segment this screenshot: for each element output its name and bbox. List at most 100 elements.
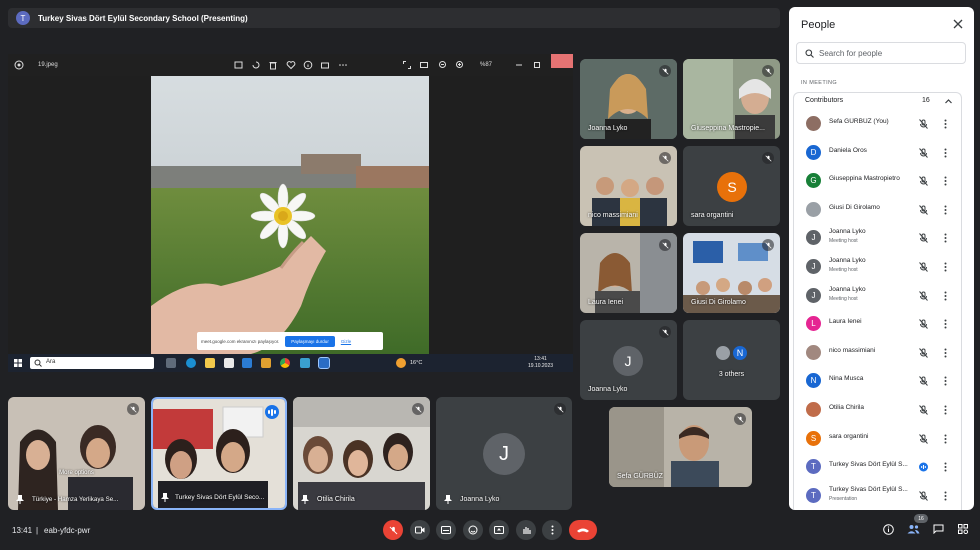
restore-icon[interactable] (532, 60, 542, 70)
delete-icon[interactable] (268, 60, 278, 70)
mic-toggle-button[interactable] (383, 520, 403, 540)
pin-icon[interactable] (301, 495, 309, 504)
search-input[interactable]: Search for people (796, 42, 966, 64)
people-button[interactable] (906, 522, 920, 536)
zoom-in-icon[interactable] (455, 60, 465, 70)
participant-row[interactable]: J Joanna Lyko Meeting host (794, 282, 963, 310)
mic-off-icon[interactable] (919, 233, 928, 244)
more-vert-icon[interactable] (944, 462, 947, 472)
leave-call-button[interactable] (569, 520, 597, 540)
more-vert-icon[interactable] (944, 148, 947, 158)
hide-link[interactable]: Gizle (341, 339, 351, 344)
active-app-icon[interactable] (318, 357, 330, 369)
windows-start-icon[interactable] (14, 359, 22, 367)
pin-icon[interactable] (444, 495, 452, 504)
fit-icon[interactable] (419, 60, 429, 70)
participant-row[interactable]: Ssara organtini (794, 425, 963, 453)
self-view-tile[interactable]: Sefa GÜRBÜZ (609, 407, 752, 487)
participant-tile[interactable]: nico massimiani (580, 146, 677, 226)
more-vert-icon[interactable] (944, 291, 947, 301)
zoom-out-icon[interactable] (438, 60, 448, 70)
more-vert-icon[interactable] (944, 119, 947, 129)
more-vert-icon[interactable] (944, 348, 947, 358)
activities-button[interactable] (956, 522, 970, 536)
more-vert-icon[interactable] (944, 491, 947, 501)
mic-off-icon[interactable] (919, 204, 928, 215)
emoji-button[interactable] (463, 520, 483, 540)
participant-tile[interactable]: Otilia Chirila (293, 397, 430, 510)
captions-button[interactable] (436, 520, 456, 540)
others-tile[interactable]: N 3 others (683, 320, 780, 400)
mic-off-icon[interactable] (919, 290, 928, 301)
expand-icon[interactable] (402, 60, 412, 70)
more-vert-icon[interactable] (944, 405, 947, 415)
edit-icon[interactable] (234, 60, 244, 70)
taskbar-search[interactable]: Ara (30, 357, 154, 369)
window-close-button[interactable] (551, 54, 573, 68)
presenter-tile[interactable]: Turkey Sivas Dört Eylül Seco... (151, 397, 287, 510)
more-vert-icon[interactable] (944, 262, 947, 272)
participant-row[interactable]: J Joanna Lyko Meeting host (794, 253, 963, 281)
file-explorer-icon[interactable] (205, 358, 215, 368)
store-icon[interactable] (224, 358, 234, 368)
more-vert-icon[interactable] (944, 205, 947, 215)
participant-row[interactable]: T Turkey Sivas Dört Eylül S... Presentatio… (794, 482, 963, 510)
stop-sharing-button[interactable]: Paylaşmayı durdur (285, 335, 335, 347)
participant-row[interactable]: T Turkey Sivas Dört Eylül S... (794, 453, 963, 481)
mail-icon[interactable] (242, 358, 252, 368)
participant-row[interactable]: G Giuseppina Mastropietro (794, 167, 963, 195)
pin-icon[interactable] (16, 495, 24, 504)
more-options-button[interactable] (542, 520, 562, 540)
participant-row[interactable]: J Joanna Lyko Meeting host (794, 224, 963, 252)
present-button[interactable] (489, 520, 509, 540)
participant-tile[interactable]: Joanna Lyko (580, 59, 677, 139)
participant-row[interactable]: nico massimiani (794, 339, 963, 367)
minimize-icon[interactable] (514, 60, 524, 70)
raise-hand-button[interactable] (516, 520, 536, 540)
chevron-up-icon[interactable] (944, 97, 953, 106)
more-vert-icon[interactable] (944, 176, 947, 186)
photos-icon[interactable] (300, 358, 310, 368)
mic-off-icon[interactable] (919, 433, 928, 444)
mic-off-icon[interactable] (919, 490, 928, 501)
participant-row[interactable]: N Nina Musca (794, 367, 963, 395)
participant-tile[interactable]: Giusi Di Girolamo (683, 233, 780, 313)
participant-row[interactable]: Sefa GÜRBÜZ (You) (794, 110, 963, 138)
more-options-tooltip[interactable]: More options (59, 470, 94, 476)
participant-row[interactable]: D Daniela Oros (794, 139, 963, 167)
participant-tile[interactable]: More options Türkiye - Hamza Yerlikaya S… (8, 397, 145, 510)
participant-tile[interactable]: J Joanna Lyko (580, 320, 677, 400)
participant-row[interactable]: Otilia Chirila (794, 396, 963, 424)
mic-off-icon[interactable] (919, 376, 928, 387)
mic-off-icon[interactable] (919, 347, 928, 358)
mic-off-icon[interactable] (919, 405, 928, 415)
more-vert-icon[interactable] (944, 233, 947, 243)
more-icon[interactable] (338, 60, 348, 70)
participant-row[interactable]: L Laura Ienei (794, 310, 963, 338)
mic-off-icon[interactable] (919, 319, 928, 330)
more-vert-icon[interactable] (944, 434, 947, 444)
favorite-icon[interactable] (286, 60, 296, 70)
mic-off-icon[interactable] (919, 262, 928, 272)
camera-toggle-button[interactable] (410, 520, 430, 540)
mic-off-icon[interactable] (919, 119, 928, 129)
chat-button[interactable] (931, 522, 945, 536)
office-icon[interactable] (261, 358, 271, 368)
meeting-details-button[interactable] (881, 522, 895, 536)
participant-tile[interactable]: J Joanna Lyko (436, 397, 572, 510)
speaking-indicator-icon[interactable] (919, 462, 928, 472)
edge-icon[interactable] (186, 358, 196, 368)
rotate-icon[interactable] (251, 60, 261, 70)
task-view-icon[interactable] (166, 358, 176, 368)
close-icon[interactable] (953, 19, 963, 29)
participant-tile[interactable]: Giuseppina Mastropie... (683, 59, 780, 139)
more-vert-icon[interactable] (944, 319, 947, 329)
participant-tile[interactable]: Laura Ienei (580, 233, 677, 313)
mic-off-icon[interactable] (919, 176, 928, 187)
share-icon[interactable] (320, 60, 330, 70)
mic-off-icon[interactable] (919, 147, 928, 158)
info-icon[interactable] (303, 60, 313, 70)
contributors-header[interactable]: Contributors 16 (793, 92, 962, 110)
more-vert-icon[interactable] (944, 376, 947, 386)
participant-tile[interactable]: S sara organtini (683, 146, 780, 226)
